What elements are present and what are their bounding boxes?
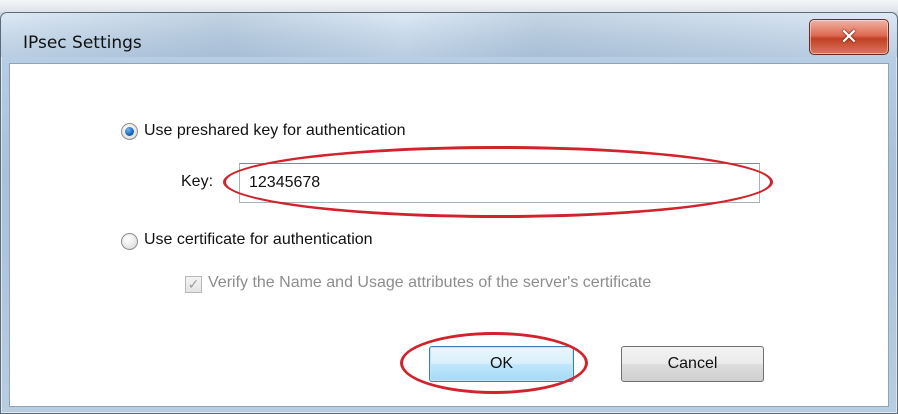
dialog-content: Use preshared key for authentication Key… bbox=[9, 63, 889, 407]
check-icon: ✓ bbox=[187, 276, 200, 293]
dialog-title: IPsec Settings bbox=[23, 33, 142, 53]
key-input[interactable]: 12345678 bbox=[239, 163, 760, 203]
certificate-radio[interactable] bbox=[121, 233, 138, 250]
verify-attributes-label: Verify the Name and Usage attributes of … bbox=[208, 274, 652, 291]
title-bar: IPsec Settings ✕ bbox=[1, 13, 897, 57]
background-strip bbox=[0, 0, 898, 12]
preshared-key-radio[interactable] bbox=[121, 123, 138, 140]
preshared-key-label: Use preshared key for authentication bbox=[144, 122, 406, 139]
ok-button[interactable]: OK bbox=[429, 346, 574, 382]
cancel-button[interactable]: Cancel bbox=[621, 346, 764, 382]
key-label: Key: bbox=[181, 173, 214, 190]
ipsec-settings-dialog: IPsec Settings ✕ Use preshared key for a… bbox=[0, 12, 898, 414]
close-button[interactable]: ✕ bbox=[809, 19, 889, 55]
radio-selected-dot bbox=[125, 127, 134, 136]
certificate-label: Use certificate for authentication bbox=[144, 231, 373, 248]
close-icon: ✕ bbox=[839, 24, 859, 50]
verify-attributes-checkbox[interactable]: ✓ bbox=[185, 276, 202, 293]
